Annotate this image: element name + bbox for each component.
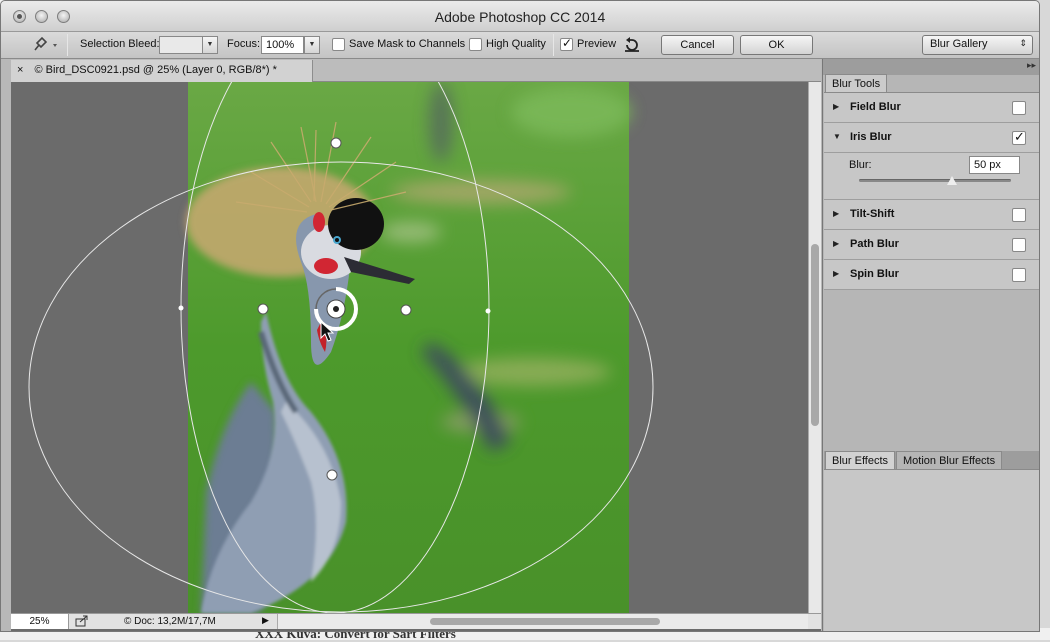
pin-tool-icon[interactable] bbox=[29, 35, 59, 55]
preview-checkbox[interactable] bbox=[560, 36, 573, 51]
document-tab-title: © Bird_DSC0921.psd @ 25% (Layer 0, RGB/8… bbox=[34, 64, 277, 76]
document-tab-strip: × © Bird_DSC0921.psd @ 25% (Layer 0, RGB… bbox=[11, 59, 821, 82]
blur-tool-name: Spin Blur bbox=[850, 268, 899, 280]
save-mask-label: Save Mask to Channels bbox=[349, 38, 466, 50]
high-quality-label: High Quality bbox=[486, 38, 546, 50]
expand-triangle-icon[interactable]: ▶ bbox=[833, 269, 839, 278]
blur-slider-thumb[interactable] bbox=[946, 176, 957, 185]
vertical-scrollbar[interactable] bbox=[808, 82, 821, 613]
selection-bleed-field[interactable] bbox=[159, 36, 203, 54]
blur-tool-name: Iris Blur bbox=[850, 131, 892, 143]
horizontal-scroll-thumb[interactable] bbox=[430, 618, 660, 625]
separator bbox=[553, 34, 554, 56]
blur-tool-spin-blur[interactable]: ▶ Spin Blur bbox=[824, 260, 1039, 290]
preview-label: Preview bbox=[577, 38, 617, 50]
blur-panel: ▸▸ Blur Tools ▶ Field Blur ▼ Iris Blur B… bbox=[822, 59, 1039, 631]
window-title: Adobe Photoshop CC 2014 bbox=[434, 9, 606, 25]
blur-amount-field[interactable]: 50 px bbox=[969, 156, 1020, 174]
expand-triangle-icon[interactable]: ▶ bbox=[833, 209, 839, 218]
blur-tool-name: Path Blur bbox=[850, 238, 899, 250]
focus-dropdown[interactable]: ▼ bbox=[304, 36, 320, 54]
separator bbox=[67, 34, 68, 56]
status-bar: 25% © Doc: 13,2M/17,7M ▶ bbox=[11, 613, 821, 629]
blur-effects-content bbox=[824, 469, 1039, 631]
canvas[interactable] bbox=[11, 82, 808, 613]
close-tab-icon[interactable]: × bbox=[17, 64, 23, 76]
workspace-select[interactable]: Blur Gallery ⇕ bbox=[922, 35, 1033, 55]
blur-tool-name: Field Blur bbox=[850, 101, 901, 113]
workspace-select-value: Blur Gallery bbox=[930, 38, 988, 50]
blur-tool-field-blur[interactable]: ▶ Field Blur bbox=[824, 93, 1039, 123]
blur-tool-name: Tilt-Shift bbox=[850, 208, 895, 220]
field-blur-checkbox[interactable] bbox=[1012, 101, 1026, 115]
doc-info: © Doc: 13,2M/17,7M bbox=[124, 616, 216, 627]
reset-pins-icon[interactable] bbox=[623, 37, 641, 53]
tilt-shift-checkbox[interactable] bbox=[1012, 208, 1026, 222]
tab-blur-effects[interactable]: Blur Effects bbox=[825, 451, 896, 469]
blur-amount-label: Blur: bbox=[849, 159, 872, 171]
expand-triangle-icon[interactable]: ▶ bbox=[833, 239, 839, 248]
collapse-icon[interactable]: ▸▸ bbox=[1027, 60, 1036, 71]
selection-bleed-label: Selection Bleed: bbox=[80, 38, 160, 50]
selection-bleed-dropdown[interactable]: ▼ bbox=[202, 36, 218, 54]
share-icon[interactable] bbox=[75, 615, 89, 627]
iris-blur-settings: Blur: 50 px bbox=[824, 153, 1039, 200]
blur-tool-tilt-shift[interactable]: ▶ Tilt-Shift bbox=[824, 200, 1039, 230]
horizontal-scrollbar[interactable] bbox=[277, 614, 808, 629]
zoom-field[interactable]: 25% bbox=[11, 614, 69, 629]
panel-top-bar: ▸▸ bbox=[823, 59, 1039, 75]
photoshop-window: Adobe Photoshop CC 2014 Selection Bleed:… bbox=[0, 0, 1040, 632]
path-blur-checkbox[interactable] bbox=[1012, 238, 1026, 252]
bird-photo bbox=[28, 82, 654, 613]
blur-tool-iris-blur[interactable]: ▼ Iris Blur bbox=[824, 123, 1039, 153]
options-bar: Selection Bleed: ▼ Focus: 100% ▼ Save Ma… bbox=[1, 32, 1039, 59]
high-quality-checkbox[interactable] bbox=[469, 38, 482, 51]
tab-motion-blur-effects[interactable]: Motion Blur Effects bbox=[896, 451, 1003, 469]
document-tab[interactable]: × © Bird_DSC0921.psd @ 25% (Layer 0, RGB… bbox=[11, 60, 313, 82]
cancel-button[interactable]: Cancel bbox=[661, 35, 734, 55]
focus-field[interactable]: 100% bbox=[261, 36, 304, 54]
save-mask-checkbox[interactable] bbox=[332, 38, 345, 51]
iris-blur-checkbox[interactable] bbox=[1012, 129, 1026, 145]
updown-arrows-icon: ⇕ bbox=[1019, 38, 1027, 48]
vertical-scroll-thumb[interactable] bbox=[811, 244, 819, 426]
document-area: × © Bird_DSC0921.psd @ 25% (Layer 0, RGB… bbox=[11, 59, 821, 631]
expand-triangle-icon[interactable]: ▶ bbox=[833, 102, 839, 111]
blur-tool-path-blur[interactable]: ▶ Path Blur bbox=[824, 230, 1039, 260]
status-menu-arrow-icon[interactable]: ▶ bbox=[262, 615, 269, 626]
title-bar: Adobe Photoshop CC 2014 bbox=[1, 1, 1039, 32]
spin-blur-checkbox[interactable] bbox=[1012, 268, 1026, 282]
collapse-triangle-icon[interactable]: ▼ bbox=[833, 132, 841, 141]
tab-blur-tools[interactable]: Blur Tools bbox=[825, 74, 888, 92]
focus-label: Focus: bbox=[227, 38, 261, 50]
blur-tools-list: ▶ Field Blur ▼ Iris Blur Blur: 50 px ▶ T… bbox=[824, 92, 1039, 290]
ok-button[interactable]: OK bbox=[740, 35, 813, 55]
